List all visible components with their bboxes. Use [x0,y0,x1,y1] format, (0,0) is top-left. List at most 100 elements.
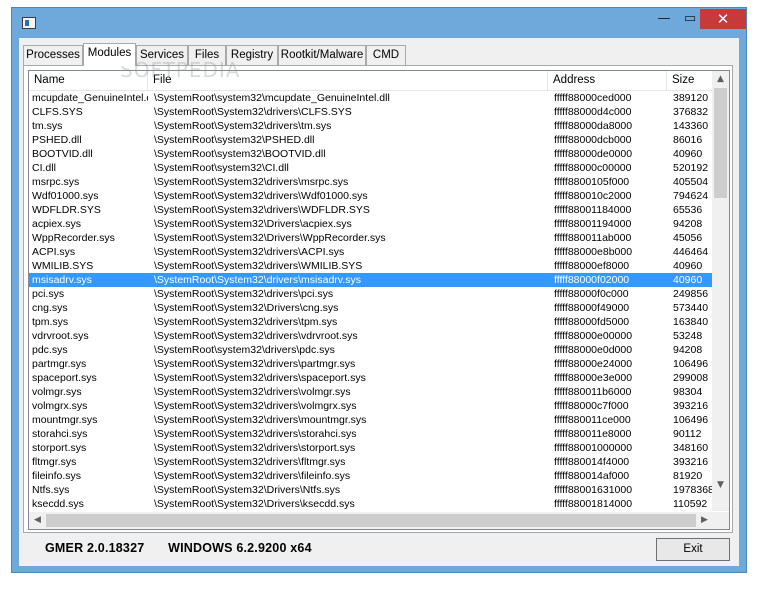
cell-size: 794624 [673,190,709,202]
vertical-scrollbar[interactable]: ▲ ▼ [712,71,729,511]
cell-address: fffff88000ef8000 [554,260,630,272]
list-header: Name File Address Size [29,71,713,91]
scroll-right-icon[interactable]: ▶ [696,512,713,529]
cell-size: 53248 [673,330,703,342]
cell-address: fffff880011e8000 [554,428,632,440]
cell-address: fffff88001000000 [554,442,633,454]
table-row[interactable]: mountmgr.sys \SystemRoot\System32\drivers… [29,413,713,427]
cell-address: fffff88000de0000 [554,148,633,160]
cell-file: \SystemRoot\system32\CI.dll [154,162,289,174]
cell-file: \SystemRoot\System32\Drivers\cng.sys [154,302,339,314]
table-row[interactable]: Wdf01000.sys \SystemRoot\System32\drivers… [29,189,713,203]
column-header-name[interactable]: Name [29,71,148,90]
cell-size: 393216 [673,400,709,412]
table-row[interactable]: CI.dll \SystemRoot\system32\CI.dll fffff88… [29,161,713,175]
cell-name: msrpc.sys [32,176,80,188]
cell-name: acpiex.sys [32,218,82,230]
cell-size: 45056 [673,232,703,244]
table-row[interactable]: mcupdate_GenuineIntel.dll \SystemRoot\sys… [29,91,713,105]
table-row[interactable]: ksecdd.sys \SystemRoot\System32\Drivers\k… [29,497,713,509]
cell-size: 446464 [673,246,709,258]
tab-cmd[interactable]: CMD [366,45,406,65]
modules-list[interactable]: Name File Address Size mcupdate_GenuineI… [28,70,730,530]
tab-rootkit-malware[interactable]: Rootkit/Malware [278,45,366,65]
scroll-left-icon[interactable]: ◀ [29,512,46,529]
table-row[interactable]: spaceport.sys \SystemRoot\System32\driver… [29,371,713,385]
cell-name: volmgr.sys [32,386,82,398]
table-row[interactable]: PSHED.dll \SystemRoot\system32\PSHED.dll f… [29,133,713,147]
cell-size: 520192 [673,162,709,174]
table-row[interactable]: storport.sys \SystemRoot\System32\drivers… [29,441,713,455]
minimize-button[interactable]: — [651,9,677,29]
table-row[interactable]: ACPI.sys \SystemRoot\System32\drivers\ACP… [29,245,713,259]
close-button[interactable]: ✕ [700,9,746,29]
cell-name: WMILIB.SYS [32,260,94,272]
table-row[interactable]: pci.sys \SystemRoot\System32\drivers\pci.… [29,287,713,301]
tab-registry[interactable]: Registry [226,45,278,65]
table-row[interactable]: volmgrx.sys \SystemRoot\System32\drivers\… [29,399,713,413]
title-bar[interactable]: — ▭ ✕ [12,8,746,38]
table-row[interactable]: CLFS.SYS \SystemRoot\System32\drivers\CLF… [29,105,713,119]
cell-file: \SystemRoot\System32\drivers\msrpc.sys [154,176,349,188]
table-row[interactable]: tm.sys \SystemRoot\System32\drivers\tm.sy… [29,119,713,133]
cell-size: 376832 [673,106,709,118]
cell-file: \SystemRoot\System32\drivers\ACPI.sys [154,246,345,258]
tab-services[interactable]: Services [136,45,188,65]
app-icon[interactable] [22,17,36,29]
cell-size: 299008 [673,372,709,384]
table-row[interactable]: storahci.sys \SystemRoot\System32\drivers… [29,427,713,441]
cell-address: fffff88000e8b000 [554,246,633,258]
status-bar: GMER 2.0.18327 WINDOWS 6.2.9200 x64 [45,541,332,555]
tab-modules[interactable]: Modules [83,43,136,66]
cell-file: \SystemRoot\System32\drivers\vdrvroot.sy… [154,330,358,342]
table-row[interactable]: WDFLDR.SYS \SystemRoot\System32\drivers\W… [29,203,713,217]
tab-files[interactable]: Files [188,45,226,65]
cell-name: tm.sys [32,120,63,132]
cell-file: \SystemRoot\System32\drivers\msisadrv.sy… [154,274,361,286]
cell-address: fffff88000c00000 [554,162,632,174]
table-row[interactable]: fileinfo.sys \SystemRoot\System32\drivers… [29,469,713,483]
table-row[interactable]: vdrvroot.sys \SystemRoot\System32\drivers… [29,329,713,343]
cell-name: WppRecorder.sys [32,232,115,244]
list-body: mcupdate_GenuineIntel.dll \SystemRoot\sys… [29,91,713,509]
table-row[interactable]: pdc.sys \SystemRoot\system32\drivers\pdc.… [29,343,713,357]
table-row[interactable]: acpiex.sys \SystemRoot\System32\Drivers\a… [29,217,713,231]
table-row[interactable]: cng.sys \SystemRoot\System32\Drivers\cng.… [29,301,713,315]
table-row[interactable]: tpm.sys \SystemRoot\System32\drivers\tpm.… [29,315,713,329]
cell-file: \SystemRoot\System32\drivers\Wdf01000.sy… [154,190,368,202]
table-row[interactable]: BOOTVID.dll \SystemRoot\system32\BOOTVID.… [29,147,713,161]
cell-address: fffff88000e00000 [554,330,633,342]
column-header-address[interactable]: Address [548,71,667,90]
tab-processes[interactable]: Processes [23,45,83,65]
table-row[interactable]: WMILIB.SYS \SystemRoot\System32\drivers\W… [29,259,713,273]
table-row[interactable]: partmgr.sys \SystemRoot\System32\drivers\… [29,357,713,371]
scroll-up-icon[interactable]: ▲ [712,71,729,88]
table-row[interactable]: fltmgr.sys \SystemRoot\System32\drivers\f… [29,455,713,469]
cell-file: \SystemRoot\System32\drivers\WDFLDR.SYS [154,204,370,216]
cell-address: fffff880011b6000 [554,386,632,398]
cell-name: cng.sys [32,302,68,314]
cell-name: volmgrx.sys [32,400,88,412]
cell-address: fffff88000dcb000 [554,134,632,146]
horizontal-scrollbar[interactable]: ◀ ▶ [29,512,713,529]
cell-file: \SystemRoot\system32\BOOTVID.dll [154,148,326,160]
cell-size: 86016 [673,134,703,146]
table-row[interactable]: msisadrv.sys \SystemRoot\System32\drivers… [29,273,713,287]
column-header-file[interactable]: File [148,71,548,90]
cell-address: fffff88000ced000 [554,92,632,104]
vertical-scroll-thumb[interactable] [714,88,727,198]
cell-size: 40960 [673,148,703,160]
cell-name: ksecdd.sys [32,498,84,509]
scroll-down-icon[interactable]: ▼ [712,477,729,494]
cell-file: \SystemRoot\System32\drivers\pci.sys [154,288,334,300]
table-row[interactable]: msrpc.sys \SystemRoot\System32\drivers\ms… [29,175,713,189]
column-header-size[interactable]: Size [667,71,713,90]
table-row[interactable]: volmgr.sys \SystemRoot\System32\drivers\v… [29,385,713,399]
cell-size: 405504 [673,176,709,188]
table-row[interactable]: WppRecorder.sys \SystemRoot\System32\Driv… [29,231,713,245]
table-row[interactable]: Ntfs.sys \SystemRoot\System32\Drivers\Ntf… [29,483,713,497]
exit-button[interactable]: Exit [656,538,730,561]
cell-file: \SystemRoot\System32\Drivers\WppRecorder… [154,232,386,244]
horizontal-scroll-thumb[interactable] [46,514,696,527]
cell-file: \SystemRoot\System32\drivers\fileinfo.sy… [154,470,351,482]
